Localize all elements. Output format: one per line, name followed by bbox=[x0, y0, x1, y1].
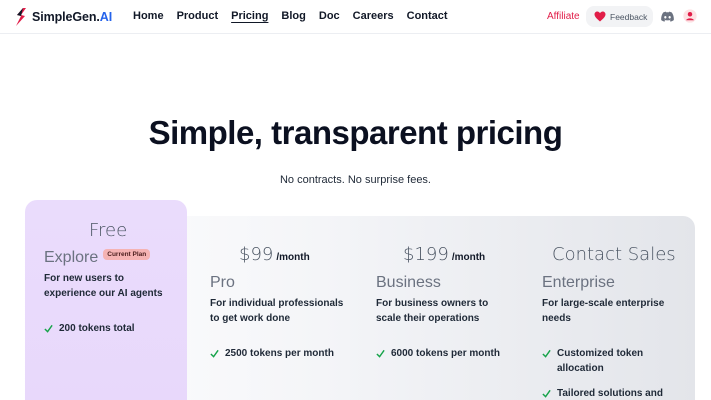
plan-tier: Business bbox=[376, 274, 441, 291]
current-plan-badge: Current Plan bbox=[103, 249, 151, 261]
plan-price: Free bbox=[89, 220, 128, 241]
plan-description: For large-scale enterprise needs bbox=[542, 298, 665, 324]
nav-home[interactable]: Home bbox=[133, 10, 164, 22]
nav-contact[interactable]: Contact bbox=[407, 10, 448, 22]
plan-description: For individual professionals to get work… bbox=[210, 298, 344, 324]
plan-tier: Pro bbox=[210, 274, 235, 291]
discord-icon[interactable] bbox=[661, 11, 674, 22]
nav-pricing[interactable]: Pricing bbox=[231, 10, 268, 22]
logo-icon bbox=[16, 8, 26, 26]
plan-feature: Tailored solutions and bbox=[542, 386, 672, 400]
plan-feature: 2500 tokens per month bbox=[210, 346, 360, 361]
plan-tier: Enterprise bbox=[542, 274, 615, 291]
plan-feature: 200 tokens total bbox=[44, 321, 174, 336]
plan-description: For new users to experience our AI agent… bbox=[44, 273, 163, 299]
page-subtitle: No contracts. No surprise fees. bbox=[279, 174, 431, 186]
nav-product[interactable]: Product bbox=[177, 10, 219, 22]
heart-icon bbox=[594, 11, 606, 22]
plan-tier: Explore Current Plan bbox=[44, 249, 151, 267]
check-icon bbox=[542, 389, 551, 398]
check-icon bbox=[210, 349, 219, 358]
brand-name: SimpleGen.AI bbox=[32, 10, 113, 24]
check-icon bbox=[376, 349, 385, 358]
plan-price: $99/month bbox=[239, 244, 310, 265]
check-icon bbox=[542, 349, 551, 358]
plan-feature: 6000 tokens per month bbox=[376, 346, 526, 361]
feedback-label: Feedback bbox=[610, 11, 648, 22]
check-icon bbox=[44, 324, 53, 333]
feedback-button[interactable]: Feedback bbox=[586, 6, 653, 27]
nav-doc[interactable]: Doc bbox=[319, 10, 340, 22]
nav-careers[interactable]: Careers bbox=[353, 10, 394, 22]
user-icon[interactable] bbox=[683, 9, 697, 23]
logo[interactable]: SimpleGen.AI bbox=[14, 7, 112, 27]
top-nav: SimpleGen.AI Home Product Pricing Blog D… bbox=[0, 0, 711, 34]
plan-price: $199/month bbox=[403, 244, 486, 265]
nav-links: Home Product Pricing Blog Doc Careers Co… bbox=[133, 10, 461, 22]
plan-feature: Customized token allocation bbox=[542, 346, 662, 376]
plan-description: For business owners to scale their opera… bbox=[376, 298, 489, 324]
plan-price: Contact Sales bbox=[552, 244, 676, 265]
page-title: Simple, transparent pricing bbox=[148, 114, 563, 151]
nav-blog[interactable]: Blog bbox=[281, 10, 305, 22]
affiliate-link[interactable]: Affiliate bbox=[547, 11, 580, 22]
